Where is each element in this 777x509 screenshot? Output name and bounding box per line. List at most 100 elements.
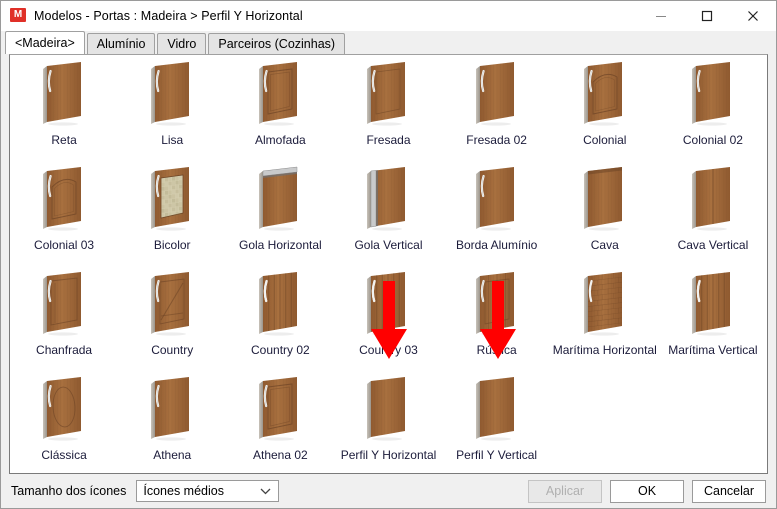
model-item-label: Marítima Horizontal: [552, 343, 657, 357]
model-item[interactable]: Colonial 02: [659, 57, 767, 162]
model-item-label: Rústica: [476, 343, 517, 357]
door-thumbnail-icon: [682, 60, 744, 132]
close-button[interactable]: [730, 1, 776, 31]
model-item[interactable]: Bicolor: [118, 162, 226, 267]
model-item-label: Clássica: [41, 448, 87, 462]
model-item-label: Lisa: [161, 133, 184, 147]
dialog-footer: Tamanho dos ícones Ícones médios Aplicar…: [1, 474, 776, 508]
model-item-label: Fresada: [366, 133, 411, 147]
model-item[interactable]: Chanfrada: [10, 267, 118, 372]
model-item-label: Country 02: [251, 343, 310, 357]
apply-button[interactable]: Aplicar: [528, 479, 602, 503]
ok-button[interactable]: OK: [610, 479, 684, 503]
model-item-label: Chanfrada: [36, 343, 93, 357]
model-item-label: Perfil Y Horizontal: [340, 448, 437, 462]
model-item-label: Colonial: [583, 133, 627, 147]
model-item[interactable]: Country 03: [334, 267, 442, 372]
tab-0[interactable]: <Madeira>: [5, 31, 85, 54]
model-item-label: Gola Horizontal: [238, 238, 322, 252]
model-item[interactable]: Cava Vertical: [659, 162, 767, 267]
model-item[interactable]: Almofada: [226, 57, 334, 162]
icon-size-value: Ícones médios: [143, 484, 224, 498]
model-item-label: Athena: [153, 448, 192, 462]
door-thumbnail-icon: [466, 165, 528, 237]
tab-label: Parceiros (Cozinhas): [218, 37, 336, 51]
model-item-label: Country: [151, 343, 194, 357]
model-grid: Reta Lisa Almofada Fresada Fresada 02 Co…: [10, 57, 767, 473]
door-thumbnail-icon: [249, 375, 311, 447]
close-icon: [748, 11, 758, 21]
door-thumbnail-icon: [574, 60, 636, 132]
door-thumbnail-icon: [574, 270, 636, 342]
door-thumbnail-icon: [33, 165, 95, 237]
model-item-label: Country 03: [359, 343, 418, 357]
model-item-label: Athena 02: [252, 448, 308, 462]
dialog-buttons: Aplicar OK Cancelar: [528, 474, 766, 508]
maximize-button[interactable]: [684, 1, 730, 31]
model-item-label: Cava Vertical: [677, 238, 749, 252]
model-item[interactable]: Country 02: [226, 267, 334, 372]
door-thumbnail-icon: [466, 60, 528, 132]
window-controls: [638, 1, 776, 31]
modelos-portas-dialog: M Modelos - Portas : Madeira > Perfil Y …: [0, 0, 777, 509]
model-item-label: Colonial 02: [682, 133, 743, 147]
minimize-icon: [656, 16, 666, 17]
door-thumbnail-icon: [249, 270, 311, 342]
door-thumbnail-icon: [141, 165, 203, 237]
door-thumbnail-icon: [357, 60, 419, 132]
model-item[interactable]: Athena: [118, 372, 226, 473]
model-item[interactable]: Gola Vertical: [334, 162, 442, 267]
model-item[interactable]: Marítima Horizontal: [551, 267, 659, 372]
door-thumbnail-icon: [141, 270, 203, 342]
door-thumbnail-icon: [141, 375, 203, 447]
app-logo-icon: M: [10, 8, 26, 24]
model-item[interactable]: Clássica: [10, 372, 118, 473]
door-thumbnail-icon: [357, 270, 419, 342]
model-item[interactable]: Reta: [10, 57, 118, 162]
door-thumbnail-icon: [357, 375, 419, 447]
model-item-label: Almofada: [255, 133, 306, 147]
door-thumbnail-icon: [33, 270, 95, 342]
model-item[interactable]: Fresada 02: [443, 57, 551, 162]
model-item[interactable]: Perfil Y Horizontal: [334, 372, 442, 473]
icon-size-select[interactable]: Ícones médios: [136, 480, 280, 502]
model-item-label: Colonial 03: [34, 238, 95, 252]
tab-3[interactable]: Parceiros (Cozinhas): [208, 33, 346, 54]
door-thumbnail-icon: [682, 270, 744, 342]
door-thumbnail-icon: [249, 165, 311, 237]
model-item[interactable]: Fresada: [334, 57, 442, 162]
door-thumbnail-icon: [33, 375, 95, 447]
door-thumbnail-icon: [466, 375, 528, 447]
door-thumbnail-icon: [682, 165, 744, 237]
model-item[interactable]: Perfil Y Vertical: [443, 372, 551, 473]
tab-1[interactable]: Alumínio: [86, 33, 156, 54]
door-thumbnail-icon: [33, 60, 95, 132]
model-item[interactable]: Colonial: [551, 57, 659, 162]
minimize-button[interactable]: [638, 1, 684, 31]
door-thumbnail-icon: [357, 165, 419, 237]
model-item[interactable]: Country: [118, 267, 226, 372]
model-item[interactable]: Borda Alumínio: [443, 162, 551, 267]
tab-label: Vidro: [167, 37, 197, 51]
model-item[interactable]: Athena 02: [226, 372, 334, 473]
model-item-label: Marítima Vertical: [668, 343, 758, 357]
model-item-label: Cava: [590, 238, 619, 252]
maximize-icon: [701, 10, 713, 22]
content-area: Reta Lisa Almofada Fresada Fresada 02 Co…: [1, 54, 776, 474]
model-item-label: Fresada 02: [466, 133, 527, 147]
model-item[interactable]: Cava: [551, 162, 659, 267]
model-item[interactable]: Gola Horizontal: [226, 162, 334, 267]
model-item-label: Reta: [51, 133, 77, 147]
model-item[interactable]: Marítima Vertical: [659, 267, 767, 372]
door-thumbnail-icon: [574, 165, 636, 237]
model-item[interactable]: Rústica: [443, 267, 551, 372]
category-tabs: <Madeira> Alumínio Vidro Parceiros (Cozinha…: [1, 31, 776, 54]
tab-2[interactable]: Vidro: [157, 33, 207, 54]
tab-label: Alumínio: [96, 37, 146, 51]
window-title: Modelos - Portas : Madeira > Perfil Y Ho…: [34, 9, 303, 23]
model-icon-panel[interactable]: Reta Lisa Almofada Fresada Fresada 02 Co…: [9, 54, 768, 474]
model-item[interactable]: Colonial 03: [10, 162, 118, 267]
door-thumbnail-icon: [249, 60, 311, 132]
model-item[interactable]: Lisa: [118, 57, 226, 162]
cancel-button[interactable]: Cancelar: [692, 479, 766, 503]
